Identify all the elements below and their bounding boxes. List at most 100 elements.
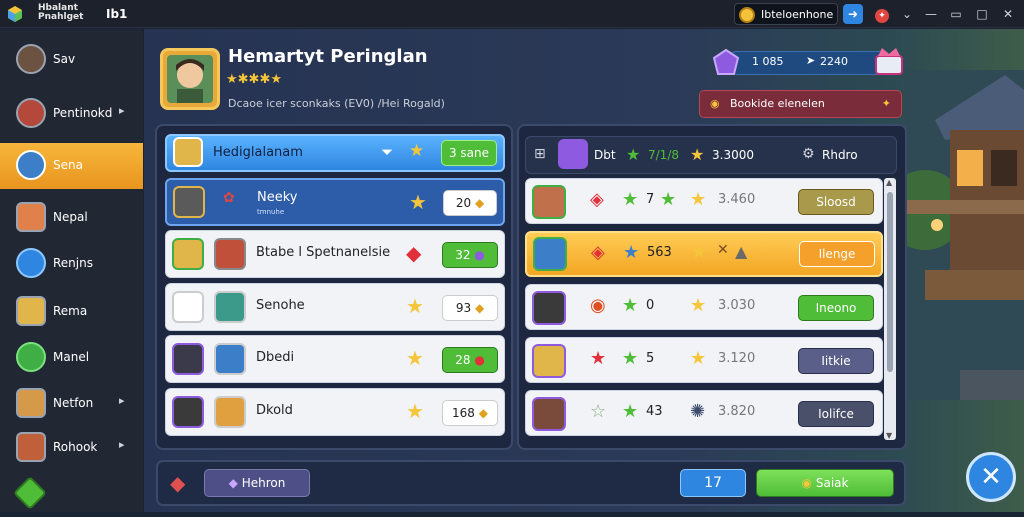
hero-subtitle: tmnuhe xyxy=(257,208,285,216)
match-action-button[interactable]: Ilenge xyxy=(799,241,875,267)
star-icon: ★ xyxy=(623,242,640,263)
title-bar: Hbalant Pnahlget Ib1 Ibteloenhone ➜ ✦ ⌄ —… xyxy=(0,0,1024,28)
match-row[interactable]: ★ ★ 5 ★ 3.120 Iitkie xyxy=(525,337,883,383)
gear-icon: ✺ xyxy=(690,401,706,422)
sidebar-item-nepal[interactable]: Nepal xyxy=(0,195,143,241)
filter-icon[interactable]: ⏷ xyxy=(381,143,393,161)
gem-icon: ● xyxy=(474,248,485,262)
quantity-field[interactable]: 17 xyxy=(680,469,746,497)
match-row[interactable]: ◈ ★ 563 ★ ✕ ▲ Ilenge xyxy=(525,231,883,277)
sidebar-item-label: Netfon xyxy=(53,396,94,410)
chevron-right-icon: ▸ xyxy=(119,438,125,451)
hero-avatar-icon xyxy=(214,238,246,270)
sidebar-item-rohook[interactable]: Rohook ▸ xyxy=(0,425,143,471)
scroll-up-icon[interactable]: ▲ xyxy=(886,178,892,187)
sidebar-item-sena[interactable]: Sena xyxy=(0,143,143,189)
sidebar-item-rema[interactable]: Rema xyxy=(0,289,143,335)
sidebar-item-netfon[interactable]: Netfon ▸ xyxy=(0,381,143,427)
share-icon[interactable]: ➜ xyxy=(843,4,863,24)
star-icon: ★ xyxy=(690,348,707,369)
roster-title: Hediglalanam xyxy=(213,145,303,160)
sidebar-item-gem[interactable] xyxy=(0,471,143,517)
match-action-button[interactable]: Ineono xyxy=(798,295,874,321)
star-icon: ★ xyxy=(626,145,641,164)
star-icon: ★ xyxy=(691,242,708,263)
match-score: 3.460 xyxy=(718,192,756,207)
house-scenery xyxy=(905,70,1024,400)
hero-name: Senohe xyxy=(256,298,305,313)
gift-icon[interactable]: ◆ xyxy=(170,471,185,495)
sidebar-item-label: Sav xyxy=(53,52,76,66)
sidebar-item-label: Pentinokd xyxy=(53,106,113,120)
gold-count: 2240 xyxy=(820,55,848,68)
currency-bar[interactable]: 1 085 ➤ 2240 xyxy=(712,48,908,78)
hero-avatar-icon xyxy=(173,137,203,167)
hero-power-pill[interactable]: 32 ● xyxy=(442,242,498,268)
sidebar-item-sav[interactable]: Sav xyxy=(0,37,143,83)
confirm-button[interactable]: ◉ Saiak xyxy=(756,469,894,497)
shield-icon: ◆ xyxy=(478,406,488,420)
hero-avatar-icon xyxy=(532,344,566,378)
arrow-icon: ➤ xyxy=(806,54,816,67)
scrollbar-thumb[interactable] xyxy=(887,192,893,372)
hero-avatar-icon xyxy=(16,432,46,462)
match-row[interactable]: ☆ ★ 43 ✺ 3.820 Iolifce xyxy=(525,390,883,436)
restore-icon[interactable]: ▭ xyxy=(946,4,966,24)
roster-count-badge[interactable]: 3 sane xyxy=(441,140,497,166)
scrollbar[interactable]: ▲ ▼ xyxy=(884,178,896,440)
close-round-icon[interactable]: ✕ xyxy=(966,452,1016,502)
hero-avatar-icon xyxy=(558,139,588,169)
hero-avatar-icon xyxy=(16,98,46,128)
close-icon[interactable]: ✕ xyxy=(998,4,1018,24)
coin-balance[interactable]: Ibteloenhone xyxy=(734,3,838,25)
match-row[interactable]: ◈ ★ 7 ★ ★ 3.460 Sloosd xyxy=(525,178,883,224)
chest-icon xyxy=(875,48,903,75)
maximize-icon[interactable]: □ xyxy=(972,4,992,24)
grid-icon: ⊞ xyxy=(534,146,546,162)
action-button[interactable]: ◉ Bookide elenelen ✦ xyxy=(699,90,902,118)
player-name: Hemartyt Peringlan xyxy=(228,46,428,67)
crossed-swords-icon: ✕ xyxy=(717,242,729,258)
match-row[interactable]: ◉ ★ 0 ★ 3.030 Ineono xyxy=(525,284,883,330)
match-action-button[interactable]: Iolifce xyxy=(798,401,874,427)
hero-power-pill[interactable]: 20 ◆ xyxy=(443,190,497,216)
gem-icon xyxy=(13,476,47,510)
match-score: 3.030 xyxy=(718,298,756,313)
chevron-down-icon[interactable]: ⌄ xyxy=(897,4,917,24)
star-icon: ★ xyxy=(660,189,677,210)
roster-row[interactable]: Senohe ★ 93 ◆ xyxy=(165,283,505,331)
purple-gem-icon xyxy=(712,48,740,75)
match-rank: 7 xyxy=(646,192,655,207)
roster-row[interactable]: Btabe l Spetnanelsie ◆ 32 ● xyxy=(165,230,505,278)
match-action-button[interactable]: Iitkie xyxy=(798,348,874,374)
star-icon: ★ xyxy=(622,295,639,316)
anvil-icon: ▲ xyxy=(735,242,748,261)
roster-row[interactable]: Dbedi ★ 28 ● xyxy=(165,335,505,383)
match-rank: 0 xyxy=(646,298,655,313)
roster-row[interactable]: ✿ Neeky tmnuhe ★ 20 ◆ xyxy=(165,178,505,226)
sidebar-item-manel[interactable]: Manel xyxy=(0,335,143,381)
sidebar-item-pentinokd[interactable]: Pentinokd ▸ xyxy=(0,91,143,137)
shield-icon: ◈ xyxy=(591,242,605,263)
secondary-button[interactable]: ◆ Hehron xyxy=(204,469,310,497)
leaf-icon xyxy=(16,342,46,372)
match-action-button[interactable]: Sloosd xyxy=(798,189,874,215)
chevron-right-icon: ▸ xyxy=(119,394,125,407)
scroll-down-icon[interactable]: ▼ xyxy=(886,431,892,440)
header-col-4: Rhdro xyxy=(822,148,858,162)
sidebar-item-label: Renjns xyxy=(53,256,93,270)
roster-row[interactable]: Dkold ★ 168 ◆ xyxy=(165,388,505,436)
roster-header[interactable]: Hediglalanam ⏷ ★ 3 sane xyxy=(165,134,505,172)
notification-icon[interactable]: ✦ xyxy=(872,4,892,24)
hero-power-pill[interactable]: 93 ◆ xyxy=(442,295,498,321)
player-avatar[interactable] xyxy=(160,48,220,110)
secondary-button-label: Hehron xyxy=(241,476,286,490)
match-rank: 563 xyxy=(647,245,672,260)
sidebar-item-renjns[interactable]: Renjns xyxy=(0,241,143,287)
hero-power-pill[interactable]: 28 ● xyxy=(442,347,498,373)
avatar-icon xyxy=(16,44,46,74)
player-portrait-icon xyxy=(167,55,213,103)
minimize-icon[interactable]: — xyxy=(921,4,941,24)
hero-power-pill[interactable]: 168 ◆ xyxy=(442,400,498,426)
match-score: 3.820 xyxy=(718,404,756,419)
